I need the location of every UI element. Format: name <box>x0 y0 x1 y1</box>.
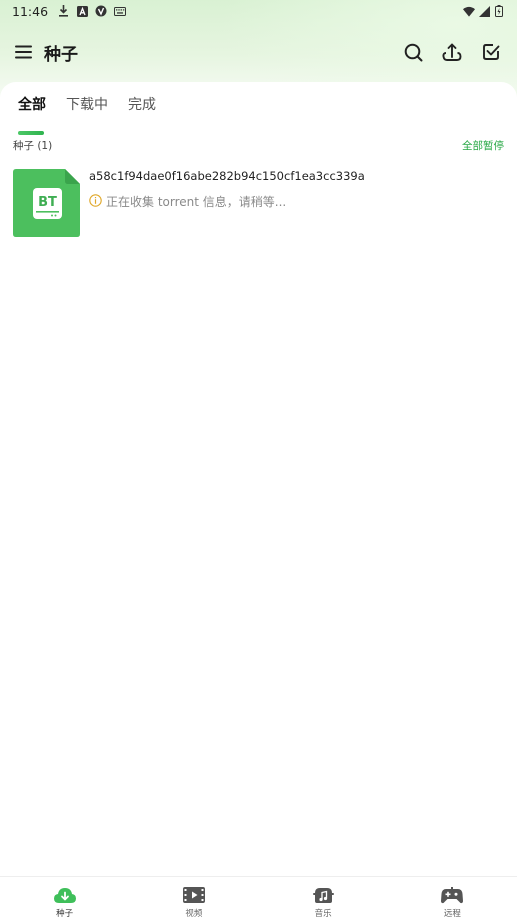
tab-completed[interactable]: 完成 <box>128 94 156 122</box>
torrent-status: 正在收集 torrent 信息，请稍等... <box>89 193 286 210</box>
search-icon[interactable] <box>402 41 424 63</box>
page-title: 种子 <box>44 44 78 65</box>
nav-item-remote[interactable]: 远程 <box>388 877 517 919</box>
bt-icon-text: BT <box>38 195 57 210</box>
nav-item-video[interactable]: 视频 <box>129 877 258 919</box>
tab-completed-label: 完成 <box>128 97 156 113</box>
nav-label-video: 视频 <box>185 909 203 919</box>
tab-downloading-label: 下载中 <box>66 97 108 113</box>
tab-all-label: 全部 <box>18 97 46 113</box>
vpn-icon <box>95 5 107 17</box>
tab-all[interactable]: 全部 <box>18 94 46 135</box>
pause-all-button[interactable]: 全部暂停 <box>462 138 504 153</box>
nav-label-remote: 远程 <box>443 909 461 919</box>
nav-item-torrents[interactable]: 种子 <box>0 877 129 919</box>
torrent-status-text: 正在收集 torrent 信息，请稍等... <box>106 195 287 209</box>
wifi-icon <box>463 5 475 17</box>
music-icon <box>312 885 334 905</box>
nav-label-music: 音乐 <box>314 909 332 919</box>
upload-icon[interactable] <box>441 41 463 63</box>
list-item[interactable]: BT a58c1f94dae0f16abe282b94c150cf1ea3cc3… <box>13 169 503 237</box>
info-icon <box>89 193 102 210</box>
signal-icon <box>478 5 490 17</box>
app-bar: 种子 <box>0 30 517 74</box>
bt-file-icon: BT <box>13 169 80 237</box>
status-time: 11:46 <box>12 3 49 19</box>
tab-bar: 全部 下载中 完成 <box>18 94 156 135</box>
status-bar: 11:46 <box>0 0 517 22</box>
section-header: 种子 (1) 全部暂停 <box>13 138 504 153</box>
battery-icon <box>493 5 505 17</box>
download-icon <box>57 5 69 17</box>
bottom-nav: 种子 视频 音乐 远程 <box>0 876 517 919</box>
video-icon <box>182 885 205 905</box>
tab-downloading[interactable]: 下载中 <box>66 94 108 122</box>
section-label: 种子 (1) <box>13 140 53 152</box>
menu-icon[interactable] <box>12 41 34 63</box>
keyboard-icon <box>114 5 127 17</box>
tab-indicator <box>18 131 44 135</box>
select-all-icon[interactable] <box>480 41 502 63</box>
torrent-name: a58c1f94dae0f16abe282b94c150cf1ea3cc339a <box>89 169 365 183</box>
nav-label-torrents: 种子 <box>56 909 74 919</box>
content-panel: 全部 下载中 完成 种子 (1) 全部暂停 BT a58c1f94dae0f16… <box>0 82 517 876</box>
cloud-download-icon <box>53 885 76 905</box>
nav-item-music[interactable]: 音乐 <box>259 877 388 919</box>
gamepad-icon <box>441 885 464 905</box>
notification-a-icon <box>76 5 88 17</box>
